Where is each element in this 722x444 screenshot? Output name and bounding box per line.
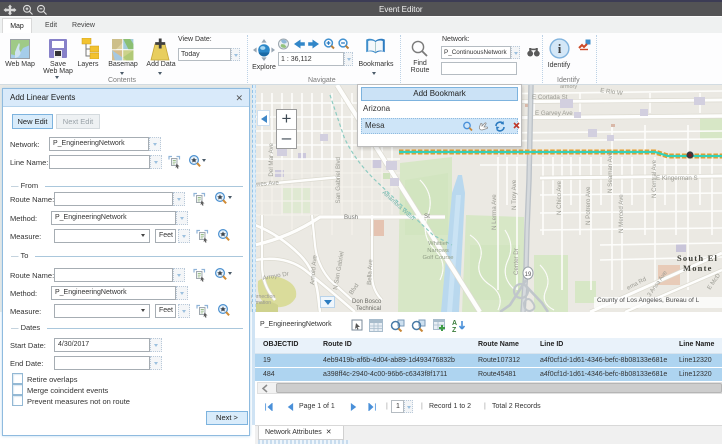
- svg-text:armory: armory: [560, 85, 577, 90]
- svg-text:Bella Ave: Bella Ave: [366, 259, 374, 286]
- svg-text:Z: Z: [452, 327, 457, 332]
- svg-text:Center Dr: Center Dr: [513, 248, 520, 275]
- svg-text:E Kingerman S: E Kingerman S: [656, 175, 698, 182]
- svg-text:19: 19: [525, 272, 532, 278]
- svg-text:Narrows: Narrows: [427, 248, 449, 254]
- svg-text:San Gabriel Blvd: San Gabriel Blvd: [335, 156, 342, 203]
- svg-text:N Chico Ave: N Chico Ave: [556, 181, 563, 215]
- svg-text:Don Bosco: Don Bosco: [352, 299, 382, 305]
- svg-text:Whittier: Whittier: [428, 241, 448, 247]
- svg-text:N Potrero Ave: N Potrero Ave: [585, 186, 592, 225]
- svg-text:Bush: Bush: [344, 214, 359, 221]
- svg-text:N Troy Ave: N Troy Ave: [511, 179, 518, 210]
- svg-text:N Merced Ave: N Merced Ave: [618, 194, 625, 233]
- svg-text:N Lerma Ave: N Lerma Ave: [491, 194, 498, 230]
- svg-text:E Cortada St: E Cortada St: [532, 94, 568, 101]
- svg-text:St: St: [424, 213, 430, 220]
- svg-text:Golf Course: Golf Course: [423, 255, 454, 261]
- svg-text:N Seaman Ave: N Seaman Ave: [607, 151, 614, 193]
- svg-text:E Garvey Ave: E Garvey Ave: [535, 110, 573, 117]
- svg-text:Del Mar Ave: Del Mar Ave: [268, 142, 275, 176]
- svg-text:A: A: [452, 320, 457, 327]
- svg-text:Monte: Monte: [683, 263, 713, 273]
- svg-text:i: i: [558, 41, 562, 56]
- svg-text:South El: South El: [677, 253, 718, 263]
